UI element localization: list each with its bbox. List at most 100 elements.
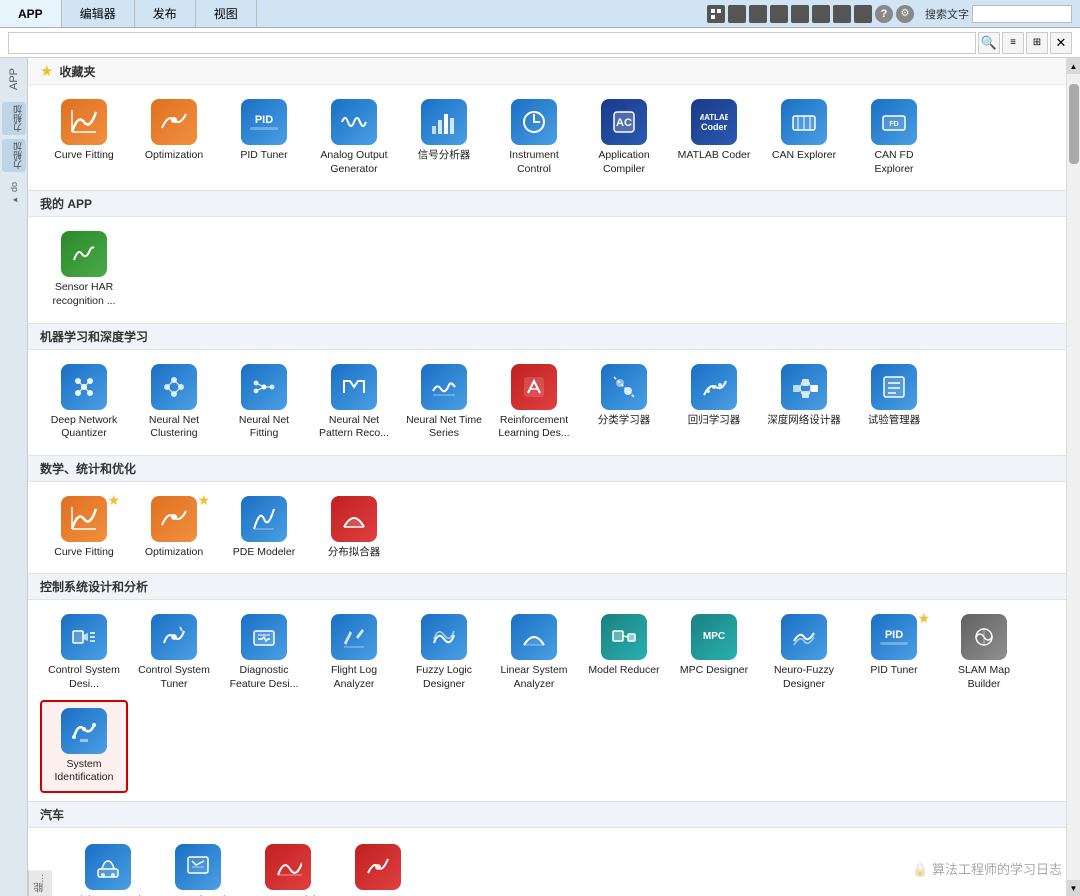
app-nnt[interactable]: Neural Net Time Series <box>400 358 488 447</box>
app-exp[interactable]: 试验管理器 <box>850 358 938 447</box>
app-neuro-fuzzy[interactable]: Neuro-Fuzzy Designer <box>760 608 848 697</box>
app-search-input[interactable] <box>8 32 976 54</box>
app-flight-log[interactable]: Flight Log Analyzer <box>310 608 398 697</box>
app-label: Analog Output Generator <box>314 149 394 176</box>
scroll-thumb[interactable] <box>1069 84 1079 164</box>
toolbar-icon-1[interactable] <box>707 5 725 23</box>
app-pid-tuner-ctrl[interactable]: ★ PID PID Tuner <box>850 608 938 697</box>
app-sensor-har[interactable]: Sensor HAR recognition ... <box>40 225 128 314</box>
scroll-track[interactable] <box>1067 74 1080 880</box>
app-signal-analyzer-fav[interactable]: 信号分析器 <box>400 93 488 182</box>
app-reg[interactable]: 回归学习器 <box>670 358 758 447</box>
help-icon[interactable]: ? <box>875 5 893 23</box>
app-label: Application Compiler <box>584 149 664 176</box>
control-label: 控制系统设计和分析 <box>40 580 148 594</box>
app-curve-fitting-fav[interactable]: Curve Fitting <box>40 93 128 182</box>
auto-label: 汽车 <box>40 808 64 822</box>
close-button[interactable]: ✕ <box>1050 32 1072 54</box>
toolbar-icon-7[interactable] <box>833 5 851 23</box>
app-canfd-explorer[interactable]: FD CAN FD Explorer <box>850 93 938 182</box>
view-grid-button[interactable]: ⊞ <box>1026 32 1048 54</box>
app-ground-truth[interactable]: Ground Truth Labeler <box>154 838 242 896</box>
app-optimization-fav[interactable]: Optimization <box>130 93 218 182</box>
app-label: 回归学习器 <box>688 414 741 428</box>
app-model-reducer[interactable]: Model Reducer <box>580 608 668 697</box>
favorites-star: ★ <box>40 62 53 80</box>
sidebar-item-2[interactable]: 力船加 <box>2 139 26 172</box>
app-label: Neural Net Time Series <box>404 414 484 441</box>
app-optimization-math[interactable]: ★ Optimization <box>130 490 218 566</box>
star-curve: ★ <box>107 492 120 509</box>
svg-text:AC: AC <box>616 117 632 129</box>
app-control-sys-des[interactable]: Control System Desi... <box>40 608 128 697</box>
app-cls[interactable]: 分类学习器 <box>580 358 668 447</box>
app-label: MATLAB Coder <box>678 149 751 163</box>
app-label: Control System Desi... <box>44 664 124 691</box>
app-dnq[interactable]: Deep Network Quantizer <box>40 358 128 447</box>
toolbar-icon-3[interactable] <box>749 5 767 23</box>
app-pid-tuner-fav[interactable]: PID PID Tuner <box>220 93 308 182</box>
math-label: 数学、统计和优化 <box>40 462 136 476</box>
app-label: Sensor HAR recognition ... <box>44 281 124 308</box>
app-label: Neural Net Pattern Reco... <box>314 414 394 441</box>
sidebar-nav[interactable]: ▸ do <box>7 180 21 207</box>
left-sidebar: APP 力船加 力船加 ▸ do <box>0 58 28 896</box>
favorites-label: 收藏夹 <box>59 63 95 80</box>
tab-view[interactable]: 视图 <box>196 0 257 27</box>
tab-app[interactable]: APP <box>0 0 62 27</box>
main-content: ★ 收藏夹 Curve Fitting Optimization PID PID… <box>28 58 1066 896</box>
ml-section: 机器学习和深度学习 Deep Network Quantizer Neural … <box>28 324 1066 456</box>
app-label: Curve Fitting <box>54 546 114 560</box>
sidebar-item-1[interactable]: 力船加 <box>2 102 26 135</box>
settings-icon[interactable]: ⚙ <box>896 5 914 23</box>
app-label: 分布拟合器 <box>328 546 381 560</box>
toolbar-icon-5[interactable] <box>791 5 809 23</box>
app-nnp[interactable]: Neural Net Pattern Reco... <box>310 358 398 447</box>
ability-label: 能... <box>28 870 52 896</box>
app-label: Fuzzy Logic Designer <box>404 664 484 691</box>
view-list-button[interactable]: ≡ <box>1002 32 1024 54</box>
app-label: Curve Fitting <box>54 149 114 163</box>
app-rl[interactable]: Reinforcement Learning Des... <box>490 358 578 447</box>
search-button[interactable]: 🔍 <box>978 32 1000 54</box>
app-matlab-coder[interactable]: MATLABCoder MATLAB Coder <box>670 93 758 182</box>
main-search-input[interactable] <box>972 5 1072 23</box>
app-can-explorer[interactable]: CAN Explorer <box>760 93 848 182</box>
app-label: CAN FD Explorer <box>854 149 934 176</box>
app-dist[interactable]: 分布拟合器 <box>310 490 398 566</box>
app-nnf[interactable]: Neural Net Fitting <box>220 358 308 447</box>
app-label: Neuro-Fuzzy Designer <box>764 664 844 691</box>
app-mbc-fitting[interactable]: MBC Model Fitting <box>244 838 332 896</box>
scroll-down-btn[interactable]: ▼ <box>1067 880 1080 896</box>
app-nnc[interactable]: Neural Net Clustering <box>130 358 218 447</box>
toolbar-icon-6[interactable] <box>812 5 830 23</box>
toolbar-icon-4[interactable] <box>770 5 788 23</box>
toolbar-icon-8[interactable] <box>854 5 872 23</box>
tab-editor[interactable]: 编辑器 <box>62 0 135 27</box>
app-instrument-control[interactable]: Instrument Control <box>490 93 578 182</box>
app-label: PDE Modeler <box>233 546 295 560</box>
app-diag-feature[interactable]: Diagnostic Feature Desi... <box>220 608 308 697</box>
app-system-id[interactable]: System Identification <box>40 700 128 793</box>
app-dnd[interactable]: 深度网络设计器 <box>760 358 848 447</box>
app-compiler-fav[interactable]: AC Application Compiler <box>580 93 668 182</box>
app-fuzzy-logic[interactable]: Fuzzy Logic Designer <box>400 608 488 697</box>
app-pde[interactable]: PDE Modeler <box>220 490 308 566</box>
app-analog-output[interactable]: Analog Output Generator <box>310 93 398 182</box>
toolbar-icon-2[interactable] <box>728 5 746 23</box>
svg-text:MATLAB: MATLAB <box>700 113 728 122</box>
app-label: 信号分析器 <box>418 149 471 163</box>
app-slam-map[interactable]: SLAM Map Builder <box>940 608 1028 697</box>
scrollbar[interactable]: ▲ ▼ <box>1066 58 1080 896</box>
app-mpc-designer[interactable]: MPC MPC Designer <box>670 608 758 697</box>
tab-publish[interactable]: 发布 <box>135 0 196 27</box>
app-control-sys-tuner[interactable]: Control System Tuner <box>130 608 218 697</box>
app-label: CAN Explorer <box>772 149 836 163</box>
scroll-up-btn[interactable]: ▲ <box>1067 58 1080 74</box>
app-driving-scenario[interactable]: Driving Scenario Des... <box>64 838 152 896</box>
app-curve-fitting-math[interactable]: ★ Curve Fitting <box>40 490 128 566</box>
search-label: 搜索文字 <box>925 6 969 22</box>
app-linear-sys[interactable]: Linear System Analyzer <box>490 608 578 697</box>
app-mbc-opt[interactable]: MBC Optimization <box>334 838 422 896</box>
app-label: Optimization <box>145 149 203 163</box>
